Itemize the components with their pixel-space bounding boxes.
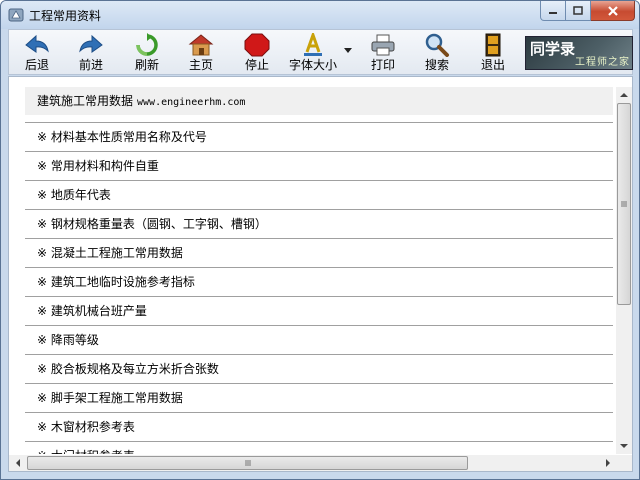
grip-icon bbox=[245, 460, 250, 466]
search-label: 搜索 bbox=[424, 58, 449, 72]
document-list: 建筑施工常用数据 www.engineerhm.com ※ 材料基本性质常用名称及… bbox=[25, 87, 613, 454]
scroll-down-arrow-icon bbox=[620, 444, 628, 448]
back-button[interactable]: 后退 bbox=[17, 33, 57, 75]
window-controls bbox=[540, 1, 635, 21]
list-item[interactable]: ※ 地质年代表 bbox=[25, 181, 613, 210]
list-item[interactable]: ※ 材料基本性质常用名称及代号 bbox=[25, 123, 613, 152]
refresh-label: 刷新 bbox=[134, 58, 159, 72]
exit-label: 退出 bbox=[480, 58, 505, 72]
list-header-title: 建筑施工常用数据 bbox=[37, 94, 134, 108]
scroll-down-button[interactable] bbox=[616, 438, 632, 454]
title-bar[interactable]: 工程常用资料 bbox=[1, 1, 639, 29]
close-button[interactable] bbox=[591, 1, 635, 21]
vertical-scroll-thumb[interactable] bbox=[617, 103, 631, 305]
list-item[interactable]: ※ 建筑工地临时设施参考指标 bbox=[25, 268, 613, 297]
app-icon bbox=[8, 8, 24, 22]
printer-icon bbox=[371, 34, 395, 56]
maximize-button[interactable] bbox=[566, 1, 591, 21]
list-item[interactable]: ※ 脚手架工程施工常用数据 bbox=[25, 384, 613, 413]
logo-main-text: 同学录 bbox=[530, 40, 576, 58]
scroll-left-button[interactable] bbox=[10, 455, 26, 471]
horizontal-scrollbar[interactable] bbox=[9, 455, 616, 471]
font-size-label: 字体大小 bbox=[288, 58, 337, 72]
scroll-up-button[interactable] bbox=[616, 87, 632, 103]
list-item[interactable]: ※ 木窗材积参考表 bbox=[25, 413, 613, 442]
forward-label: 前进 bbox=[78, 58, 103, 72]
refresh-icon bbox=[136, 33, 158, 56]
stop-label: 停止 bbox=[244, 58, 269, 72]
scroll-left-arrow-icon bbox=[16, 459, 20, 467]
scroll-right-button[interactable] bbox=[600, 455, 616, 471]
back-arrow-icon bbox=[25, 34, 49, 53]
stop-button[interactable]: 停止 bbox=[237, 33, 277, 75]
home-label: 主页 bbox=[188, 58, 213, 72]
font-size-icon bbox=[304, 33, 322, 56]
grip-icon bbox=[621, 201, 627, 207]
toolbar: 后退 前进 刷新 主页 停止 字体大小 打印 搜索 退出 同学录 工程师之家 bbox=[8, 29, 633, 75]
list-header: 建筑施工常用数据 www.engineerhm.com bbox=[25, 87, 613, 115]
maximize-icon bbox=[573, 5, 583, 15]
forward-button[interactable]: 前进 bbox=[71, 33, 111, 75]
app-window: 工程常用资料 后退 前进 刷新 主页 停止 字体大小 打印 搜索 退出 同学录 … bbox=[0, 0, 640, 480]
stop-icon bbox=[244, 33, 270, 57]
scroll-up-arrow-icon bbox=[620, 93, 628, 97]
window-title: 工程常用资料 bbox=[29, 9, 102, 23]
list-item[interactable]: ※ 木门材积参考表 bbox=[25, 442, 613, 454]
exit-button[interactable]: 退出 bbox=[473, 33, 513, 75]
list-item[interactable]: ※ 降雨等级 bbox=[25, 326, 613, 355]
scroll-right-arrow-icon bbox=[606, 459, 610, 467]
scrollbar-corner bbox=[616, 455, 632, 471]
minimize-icon bbox=[549, 11, 557, 14]
forward-arrow-icon bbox=[79, 34, 103, 53]
list-item[interactable]: ※ 钢材规格重量表（圆钢、工字钢、槽钢） bbox=[25, 210, 613, 239]
list-item[interactable]: ※ 混凝土工程施工常用数据 bbox=[25, 239, 613, 268]
close-icon bbox=[607, 5, 618, 16]
refresh-button[interactable]: 刷新 bbox=[127, 33, 167, 75]
brand-logo[interactable]: 同学录 工程师之家 bbox=[525, 36, 633, 70]
content-pane: 建筑施工常用数据 www.engineerhm.com ※ 材料基本性质常用名称及… bbox=[8, 76, 633, 472]
font-size-dropdown-icon[interactable] bbox=[343, 45, 353, 55]
list-divider bbox=[25, 115, 613, 123]
home-icon bbox=[188, 34, 214, 56]
list-item[interactable]: ※ 胶合板规格及每立方米折合张数 bbox=[25, 355, 613, 384]
search-icon bbox=[425, 33, 449, 57]
minimize-button[interactable] bbox=[540, 1, 566, 21]
font-size-button[interactable]: 字体大小 bbox=[285, 33, 341, 75]
vertical-scrollbar[interactable] bbox=[616, 87, 632, 454]
back-label: 后退 bbox=[24, 58, 49, 72]
print-label: 打印 bbox=[370, 58, 395, 72]
home-button[interactable]: 主页 bbox=[181, 33, 221, 75]
list-header-url: www.engineerhm.com bbox=[137, 97, 246, 108]
horizontal-scroll-thumb[interactable] bbox=[27, 456, 468, 470]
print-button[interactable]: 打印 bbox=[363, 33, 403, 75]
search-button[interactable]: 搜索 bbox=[417, 33, 457, 75]
list-item[interactable]: ※ 常用材料和构件自重 bbox=[25, 152, 613, 181]
exit-door-icon bbox=[485, 33, 501, 57]
logo-sub-text: 工程师之家 bbox=[575, 57, 630, 68]
list-item[interactable]: ※ 建筑机械台班产量 bbox=[25, 297, 613, 326]
